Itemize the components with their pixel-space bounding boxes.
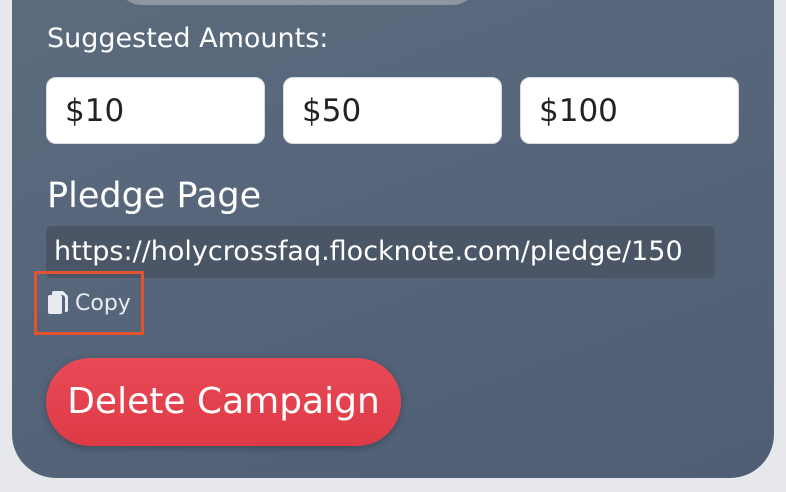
amount-input-3[interactable]: $100 bbox=[520, 77, 739, 144]
pledge-url-field[interactable]: https://holycrossfaq.flocknote.com/pledg… bbox=[46, 226, 715, 278]
delete-campaign-button[interactable]: Delete Campaign bbox=[46, 358, 401, 446]
suggested-amounts-label: Suggested Amounts: bbox=[47, 23, 329, 54]
amount-input-1[interactable]: $10 bbox=[46, 77, 265, 144]
pledge-page-label: Pledge Page bbox=[47, 176, 262, 216]
amount-input-2[interactable]: $50 bbox=[283, 77, 502, 144]
copy-icon bbox=[47, 290, 69, 316]
campaign-settings-panel: Suggested Amounts: $10 $50 $100 Pledge P… bbox=[12, 0, 774, 478]
copy-button-label: Copy bbox=[75, 290, 131, 316]
copy-button[interactable]: Copy bbox=[34, 271, 144, 335]
top-button-fragment[interactable] bbox=[116, 0, 478, 5]
